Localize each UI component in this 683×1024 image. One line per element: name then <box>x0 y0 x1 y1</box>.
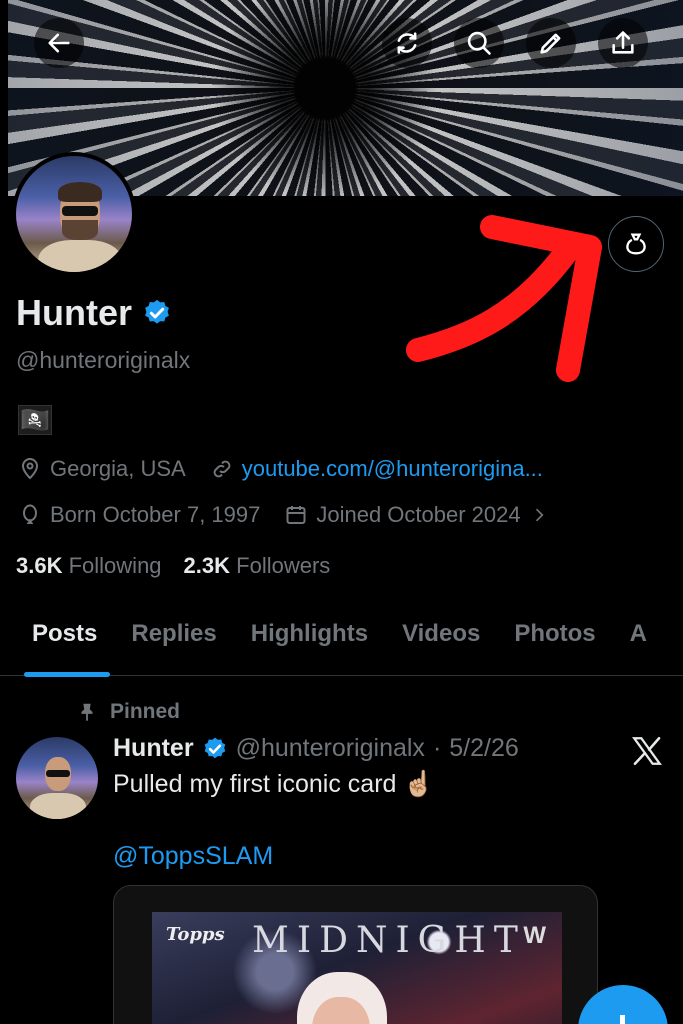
share-button[interactable] <box>598 18 648 68</box>
card-title: MIDNIGHT <box>252 920 526 961</box>
back-button[interactable] <box>34 18 84 68</box>
tab-highlights[interactable]: Highlights <box>234 600 385 675</box>
tab-articles[interactable]: A <box>613 600 664 675</box>
following-link[interactable]: 3.6K Following <box>16 553 162 579</box>
website-item[interactable]: youtube.com/@hunterorigina... <box>210 456 543 482</box>
tab-photos[interactable]: Photos <box>497 600 612 675</box>
profile-avatar[interactable] <box>12 152 136 276</box>
post-header: Hunter @hunteroriginalx · 5/2/26 <box>113 734 519 763</box>
refresh-icon <box>397 32 417 54</box>
verified-badge-icon <box>145 299 169 324</box>
pinned-indicator: Pinned <box>76 700 180 724</box>
location-item: Georgia, USA <box>18 456 186 482</box>
birthday-item: Born October 7, 1997 <box>18 502 260 528</box>
edit-button[interactable] <box>526 18 576 68</box>
location-text: Georgia, USA <box>50 456 186 481</box>
following-count: 3.6K <box>16 553 63 578</box>
post-author-handle[interactable]: @hunteroriginalx <box>236 734 425 763</box>
post-author-name[interactable]: Hunter <box>113 734 194 763</box>
tab-posts[interactable]: Posts <box>0 600 114 677</box>
trading-card-image: Topps MIDNIGHT W <box>152 912 562 1024</box>
born-text: Born October 7, 1997 <box>50 502 261 527</box>
website-link[interactable]: youtube.com/@hunterorigina... <box>242 456 543 482</box>
verified-badge-icon <box>204 737 225 758</box>
post-date[interactable]: 5/2/26 <box>449 734 519 763</box>
profile-meta-row-2: Born October 7, 1997 Joined October 2024 <box>18 502 581 528</box>
joined-text: Joined October 2024 <box>316 502 521 527</box>
profile-handle: @hunteroriginalx <box>16 347 191 373</box>
pinned-label: Pinned <box>110 700 181 723</box>
following-label: Following <box>68 553 162 578</box>
search-icon <box>467 31 491 55</box>
search-button[interactable] <box>454 18 504 68</box>
post-text: Pulled my first iconic card ☝🏼 <box>113 770 435 798</box>
pin-icon <box>81 703 93 722</box>
post-mention-link[interactable]: @ToppsSLAM <box>113 842 273 871</box>
tab-replies[interactable]: Replies <box>114 600 233 675</box>
annotation-arrow <box>406 215 602 382</box>
link-icon <box>213 460 231 478</box>
followers-link[interactable]: 2.3K Followers <box>184 553 331 579</box>
profile-tabs: Posts Replies Highlights Videos Photos A <box>0 600 683 677</box>
arrow-left-icon <box>48 33 70 53</box>
joined-item[interactable]: Joined October 2024 <box>284 502 556 528</box>
bio-pirate-flag: 🏴‍☠️ <box>18 405 52 435</box>
x-logo-icon[interactable] <box>630 734 664 768</box>
calendar-icon <box>286 506 306 524</box>
followers-label: Followers <box>236 553 331 578</box>
refresh-button[interactable] <box>382 18 432 68</box>
chevron-right-icon <box>535 508 544 522</box>
tip-button[interactable] <box>608 216 664 272</box>
money-bag-icon <box>626 233 646 255</box>
profile-name-text: Hunter <box>16 292 132 333</box>
pencil-icon <box>540 33 561 54</box>
profile-meta-row-1: Georgia, USA youtube.com/@hunterorigina.… <box>18 456 567 482</box>
followers-count: 2.3K <box>183 553 231 578</box>
follow-counts: 3.6K Following 2.3K Followers <box>16 553 330 579</box>
share-icon <box>612 31 634 54</box>
post-media[interactable]: Topps MIDNIGHT W <box>113 885 598 1024</box>
tab-videos[interactable]: Videos <box>385 600 497 675</box>
balloon-icon <box>23 504 37 524</box>
post-separator: · <box>432 734 442 762</box>
location-pin-icon <box>21 458 39 480</box>
profile-name: Hunter <box>16 292 172 334</box>
post-avatar[interactable] <box>16 737 98 819</box>
card-logo: W <box>523 922 546 949</box>
card-brand: Topps <box>166 924 225 945</box>
